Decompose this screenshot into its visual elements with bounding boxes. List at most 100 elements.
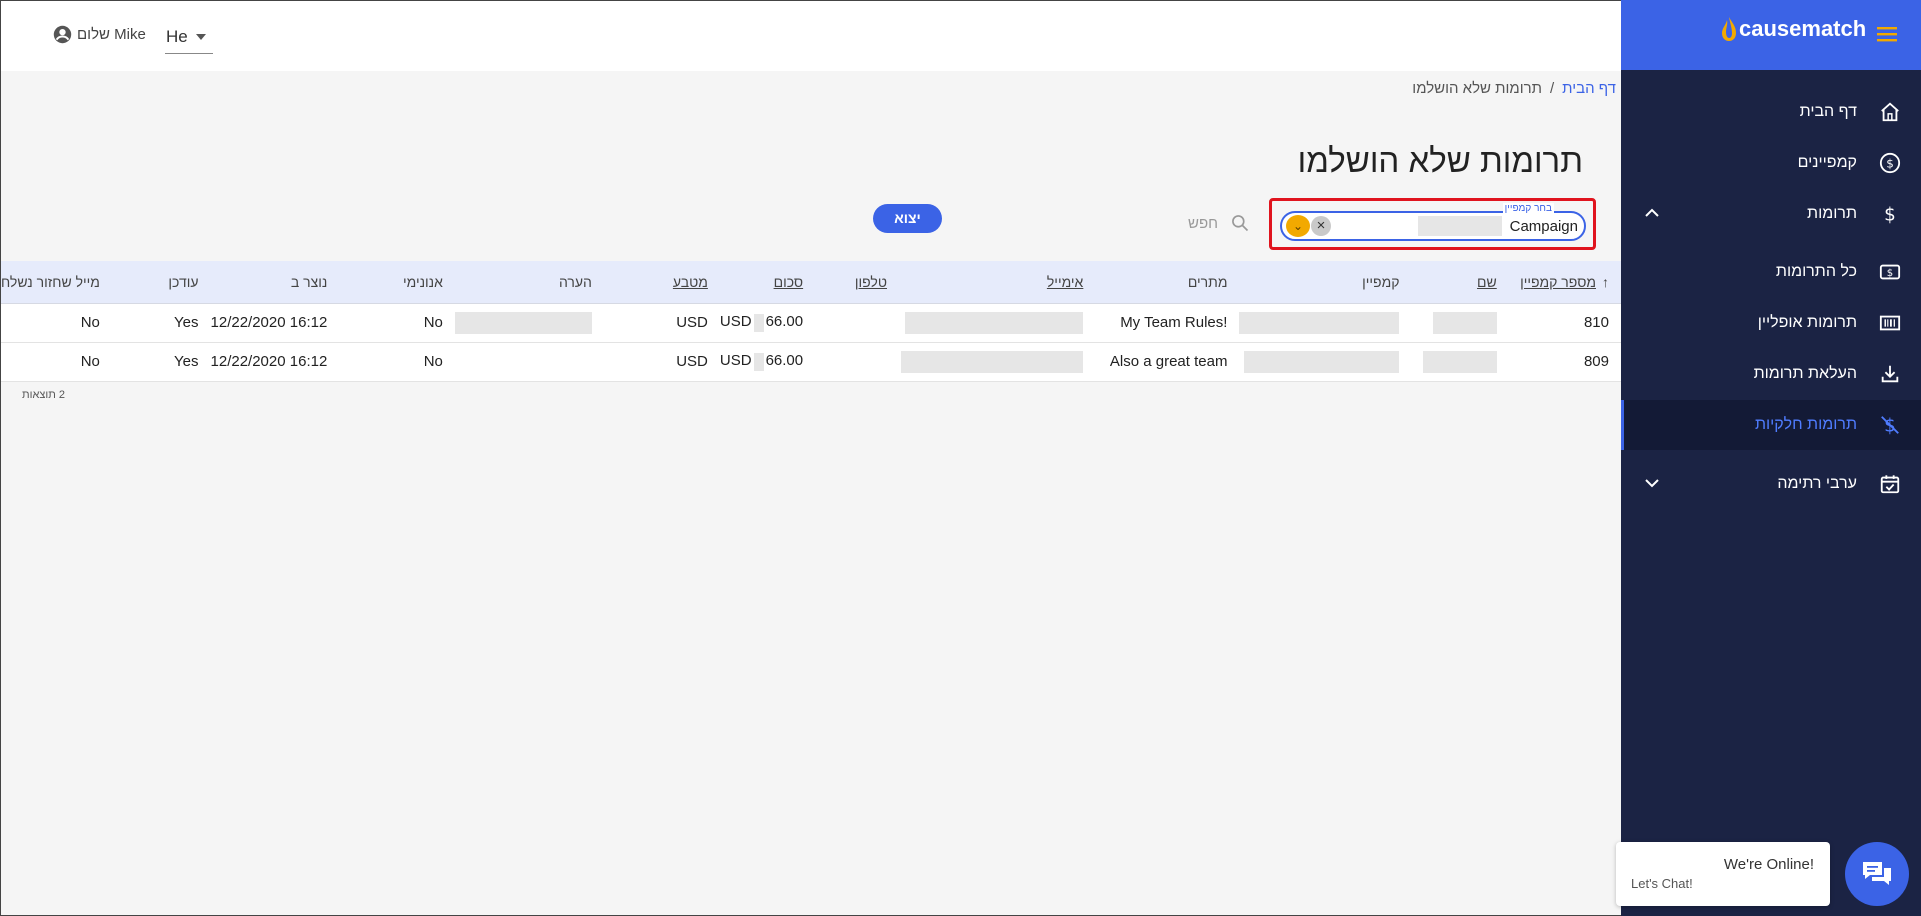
sidebar-item-fundraising-events[interactable]: ערבי רתימה: [1621, 462, 1921, 506]
cell-updated: Yes: [111, 342, 211, 382]
home-icon: [1881, 102, 1899, 122]
cell-phone: [815, 303, 899, 343]
column-header-campaign: קמפיין: [1239, 261, 1412, 304]
column-header-note: הערה: [454, 261, 604, 304]
cell-amount: USD 66.00: [719, 342, 816, 382]
sidebar-item-upload-donations[interactable]: העלאת תרומות: [1621, 352, 1921, 396]
clear-icon[interactable]: ×: [1311, 216, 1331, 236]
chat-launcher-button[interactable]: [1845, 842, 1909, 906]
svg-text:$: $: [1886, 157, 1894, 171]
redacted-block: [901, 350, 1084, 373]
column-header-created-at: נוצר ב: [210, 261, 340, 304]
sidebar-item-label: העלאת תרומות: [1753, 365, 1857, 382]
cell-campaign: [1239, 342, 1412, 382]
redacted-block: [1432, 311, 1497, 334]
cell-anonymous: No: [339, 342, 455, 382]
main-content: שלום Mike He דף הבית / תרומות שלא הושלמו…: [0, 0, 1621, 916]
sidebar-item-label: תרומות חלקיות: [1754, 416, 1857, 433]
column-header-anonymous: אנונימי: [339, 261, 455, 304]
sidebar: causematch דף הבית קמפיינים $ תרומות $ כ…: [1621, 0, 1921, 916]
download-icon: [1881, 365, 1899, 383]
campaign-filter-highlight: בחר קמפיין Campaign × ⌄: [1269, 198, 1596, 250]
breadcrumb-separator: /: [1550, 80, 1555, 97]
redacted-block: [905, 311, 1084, 334]
svg-text:$: $: [1884, 204, 1896, 225]
results-count: 2 תוצאות: [22, 389, 65, 401]
barcode-icon: [1879, 315, 1901, 331]
calendar-check-icon: [1880, 475, 1900, 494]
greeting-text: שלום Mike: [77, 26, 146, 43]
user-greeting[interactable]: שלום Mike: [53, 25, 146, 44]
table-header-row: ↑מספר קמפיין שם קמפיין מתרים אימייל טלפו…: [1, 261, 1621, 304]
sidebar-item-all-donations[interactable]: כל התרומות $: [1621, 250, 1921, 294]
cell-fundraiser: Also a great team: [1095, 342, 1240, 382]
logo[interactable]: causematch: [1721, 16, 1866, 42]
breadcrumb-current: תרומות שלא הושלמו: [1412, 80, 1542, 97]
cell-amount: USD 66.00: [719, 303, 816, 343]
dollar-circle-icon: $: [1879, 152, 1901, 174]
campaign-select-value: Campaign: [1509, 218, 1578, 235]
column-header-phone[interactable]: טלפון: [815, 261, 899, 304]
flame-icon: [1722, 17, 1736, 41]
chat-bubble[interactable]: We're Online! Let's Chat!: [1616, 842, 1830, 906]
redacted-block: [1418, 216, 1502, 236]
search-field[interactable]: חפש: [1188, 213, 1250, 233]
redacted-block: [1239, 311, 1400, 334]
chevron-down-icon[interactable]: [1643, 474, 1661, 492]
redacted-block: [1422, 350, 1497, 373]
cell-updated: Yes: [111, 303, 211, 343]
breadcrumb: דף הבית / תרומות שלא הושלמו: [1412, 80, 1616, 97]
sidebar-item-home[interactable]: דף הבית: [1621, 90, 1921, 134]
campaign-select-label: בחר קמפיין: [1502, 203, 1554, 214]
column-header-name[interactable]: שם: [1411, 261, 1509, 304]
cell-email: [898, 342, 1096, 382]
sidebar-item-donations[interactable]: תרומות $: [1621, 192, 1921, 236]
sidebar-item-label: תרומות: [1807, 205, 1857, 222]
dollar-off-icon: $: [1881, 415, 1899, 436]
column-header-updated: עודכן: [111, 261, 211, 304]
money-icon: $: [1879, 264, 1901, 280]
column-header-currency[interactable]: מטבע: [603, 261, 720, 304]
cell-created-at: 12/22/2020 16:12: [210, 303, 340, 343]
sidebar-item-campaigns[interactable]: קמפיינים $: [1621, 141, 1921, 185]
cell-campaign-number: 810: [1508, 303, 1621, 343]
language-select[interactable]: He: [165, 21, 213, 54]
sidebar-item-offline-donations[interactable]: תרומות אופליין: [1621, 301, 1921, 345]
top-bar: שלום Mike He: [1, 1, 1621, 71]
table-row[interactable]: 810 My Team Rules! USD 66.00 USD No 12/22…: [1, 303, 1621, 343]
sidebar-item-partial-donations[interactable]: תרומות חלקיות $: [1621, 400, 1921, 450]
column-header-email[interactable]: אימייל: [898, 261, 1096, 304]
chevron-up-icon[interactable]: [1643, 204, 1661, 222]
redacted-block: [1244, 350, 1400, 373]
cell-campaign-number: 809: [1508, 342, 1621, 382]
cell-fundraiser: My Team Rules!: [1095, 303, 1240, 343]
hamburger-menu-icon[interactable]: [1877, 25, 1899, 43]
account-circle-icon: [53, 25, 72, 44]
redacted-block: [454, 311, 592, 334]
logo-text: causematch: [1739, 16, 1867, 41]
cell-note: [454, 303, 604, 343]
chat-line-1: We're Online!: [1723, 856, 1814, 873]
cell-recovery-sent: No: [1, 342, 112, 382]
sidebar-item-label: ערבי רתימה: [1777, 475, 1857, 492]
sidebar-header: causematch: [1621, 0, 1921, 70]
cell-name: [1411, 342, 1509, 382]
sidebar-item-label: תרומות אופליין: [1757, 314, 1857, 331]
redacted-block: [753, 313, 764, 332]
cell-campaign: [1239, 303, 1412, 343]
cell-currency: USD: [603, 342, 720, 382]
sidebar-item-label: כל התרומות: [1775, 263, 1857, 280]
cell-email: [898, 303, 1096, 343]
svg-text:$: $: [1887, 268, 1893, 279]
column-header-amount[interactable]: סכום: [719, 261, 816, 304]
export-button[interactable]: יצוא: [873, 204, 942, 233]
breadcrumb-home-link[interactable]: דף הבית: [1562, 80, 1616, 97]
chevron-down-icon[interactable]: ⌄: [1286, 215, 1310, 237]
table-row[interactable]: 809 Also a great team USD 66.00 USD No 12…: [1, 342, 1621, 382]
page-title: תרומות שלא הושלמו: [1297, 142, 1583, 179]
column-header-recovery-sent: מייל שחזור נשלח: [1, 261, 112, 304]
chevron-down-icon: [195, 34, 206, 40]
campaign-select[interactable]: בחר קמפיין Campaign × ⌄: [1280, 203, 1586, 241]
column-header-campaign-number[interactable]: ↑מספר קמפיין: [1508, 261, 1621, 304]
search-icon[interactable]: [1230, 213, 1250, 233]
